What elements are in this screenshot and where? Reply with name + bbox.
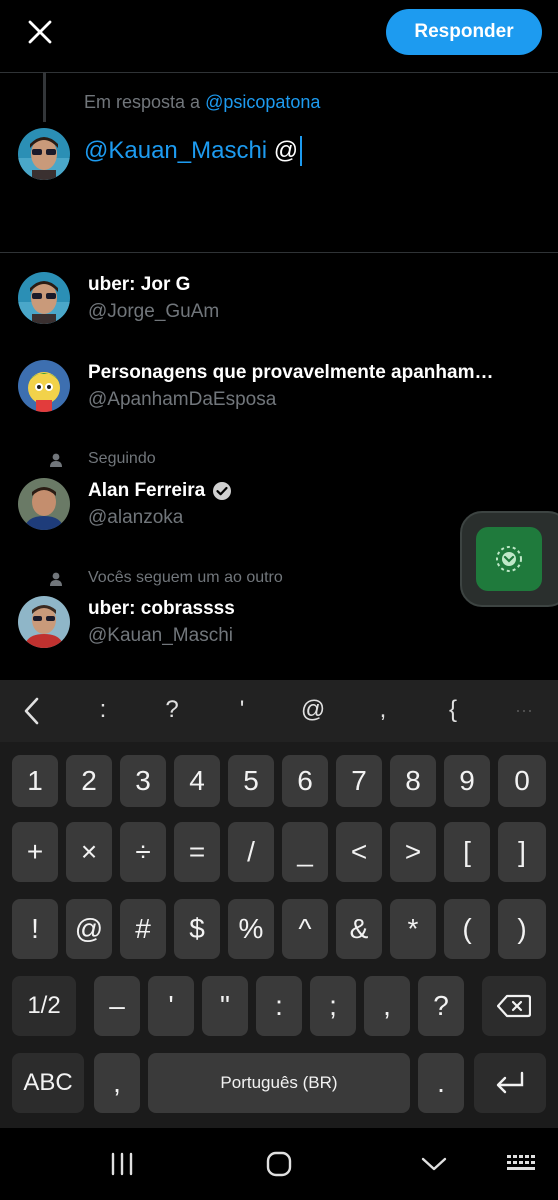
keyboard: : ? ' @ , { ··· 1 2 3 4 5 6 7 8 9 0 + × …	[0, 680, 558, 1200]
verified-badge-icon	[212, 481, 232, 501]
close-icon[interactable]	[22, 14, 58, 50]
person-icon	[48, 571, 64, 587]
avatar	[18, 360, 70, 412]
key[interactable]: +	[12, 822, 58, 882]
compose-header: Responder	[0, 0, 558, 72]
key[interactable]: 1	[12, 755, 58, 807]
period-key[interactable]: .	[418, 1053, 464, 1113]
suggestion-username: @Kauan_Maschi	[88, 625, 233, 646]
abc-key[interactable]: ABC	[12, 1053, 84, 1113]
avatar	[18, 478, 70, 530]
system-nav-bar	[0, 1128, 558, 1200]
mention-suggestion[interactable]: Personagens que provavelmente apanham… @…	[0, 358, 558, 418]
key[interactable]: :	[256, 976, 302, 1036]
key[interactable]: 0	[498, 755, 546, 807]
key[interactable]: ?	[418, 976, 464, 1036]
text-caret	[300, 136, 303, 166]
suggestion-context: Seguindo	[88, 450, 156, 467]
key[interactable]: "	[202, 976, 248, 1036]
key[interactable]: ÷	[120, 822, 166, 882]
key[interactable]: ,	[364, 976, 410, 1036]
key[interactable]: #	[120, 899, 166, 959]
compose-divider	[0, 252, 558, 253]
key[interactable]: )	[498, 899, 546, 959]
key[interactable]: ;	[310, 976, 356, 1036]
page-toggle-key[interactable]: 1/2	[12, 976, 76, 1036]
keyboard-toolbar: : ? ' @ , { ···	[0, 680, 558, 742]
suggestion-name-text: Alan Ferreira	[88, 480, 206, 501]
home-icon[interactable]	[259, 1148, 299, 1180]
key[interactable]: @	[66, 899, 112, 959]
avatar	[18, 128, 70, 180]
key[interactable]: $	[174, 899, 220, 959]
key[interactable]: /	[228, 822, 274, 882]
hide-keyboard-icon[interactable]	[414, 1148, 454, 1180]
enter-icon[interactable]	[474, 1053, 546, 1113]
avatar	[18, 596, 70, 648]
header-divider	[0, 72, 558, 73]
toolbar-back-icon[interactable]	[12, 696, 52, 733]
more-icon[interactable]: ···	[504, 700, 544, 721]
key[interactable]: 3	[120, 755, 166, 807]
key[interactable]: '	[148, 976, 194, 1036]
recent-apps-icon[interactable]	[102, 1148, 142, 1180]
key[interactable]: [	[444, 822, 490, 882]
key[interactable]: (	[444, 899, 490, 959]
key[interactable]: 6	[282, 755, 328, 807]
keyboard-switch-icon[interactable]	[502, 1148, 542, 1180]
compose-textarea[interactable]: @Kauan_Maschi @	[84, 136, 303, 166]
suggestion-name: uber: Jor G	[88, 274, 191, 295]
suggestion-username: @alanzoka	[88, 507, 184, 528]
suggestion-context: Vocês seguem um ao outro	[88, 569, 283, 586]
toolbar-key[interactable]: {	[433, 696, 473, 724]
key[interactable]: ^	[282, 899, 328, 959]
toolbar-key[interactable]: ,	[363, 696, 403, 724]
toolbar-key[interactable]: :	[83, 696, 123, 724]
key[interactable]: _	[282, 822, 328, 882]
key[interactable]: <	[336, 822, 382, 882]
person-icon	[48, 452, 64, 468]
suggestion-username: @Jorge_GuAm	[88, 301, 220, 322]
reply-to-label: Em resposta a @psicopatona	[84, 92, 320, 113]
key[interactable]: 7	[336, 755, 382, 807]
reply-handle-link[interactable]: @psicopatona	[205, 92, 320, 112]
reply-prefix: Em resposta a	[84, 92, 201, 112]
key[interactable]: 8	[390, 755, 436, 807]
suggestion-name: Personagens que provavelmente apanham…	[88, 362, 494, 383]
avatar	[18, 272, 70, 324]
compose-mention: @Kauan_Maschi	[84, 137, 268, 164]
comma-key[interactable]: ,	[94, 1053, 140, 1113]
reply-button[interactable]: Responder	[386, 9, 542, 55]
key[interactable]: ]	[498, 822, 546, 882]
toolbar-key[interactable]: ?	[152, 696, 192, 724]
suggestion-name: uber: cobrassss	[88, 598, 235, 619]
key[interactable]: 9	[444, 755, 490, 807]
suggestion-username: @ApanhamDaEsposa	[88, 389, 277, 410]
key[interactable]: >	[390, 822, 436, 882]
toolbar-key[interactable]: @	[293, 696, 333, 724]
thread-line	[43, 72, 46, 122]
key[interactable]: ×	[66, 822, 112, 882]
key[interactable]: =	[174, 822, 220, 882]
toolbar-key[interactable]: '	[222, 696, 262, 724]
backspace-icon[interactable]	[482, 976, 546, 1036]
suggestion-name: Alan Ferreira	[88, 480, 232, 502]
key[interactable]: !	[12, 899, 58, 959]
compose-typed: @	[267, 137, 299, 164]
space-key[interactable]: Português (BR)	[148, 1053, 410, 1113]
key[interactable]: %	[228, 899, 274, 959]
mention-suggestion[interactable]: uber: Jor G @Jorge_GuAm	[0, 270, 558, 330]
key[interactable]: 5	[228, 755, 274, 807]
key[interactable]: 2	[66, 755, 112, 807]
key[interactable]: 4	[174, 755, 220, 807]
floating-app-bubble[interactable]	[460, 511, 558, 607]
key[interactable]: –	[94, 976, 140, 1036]
key[interactable]: &	[336, 899, 382, 959]
download-icon	[476, 527, 542, 591]
key[interactable]: *	[390, 899, 436, 959]
